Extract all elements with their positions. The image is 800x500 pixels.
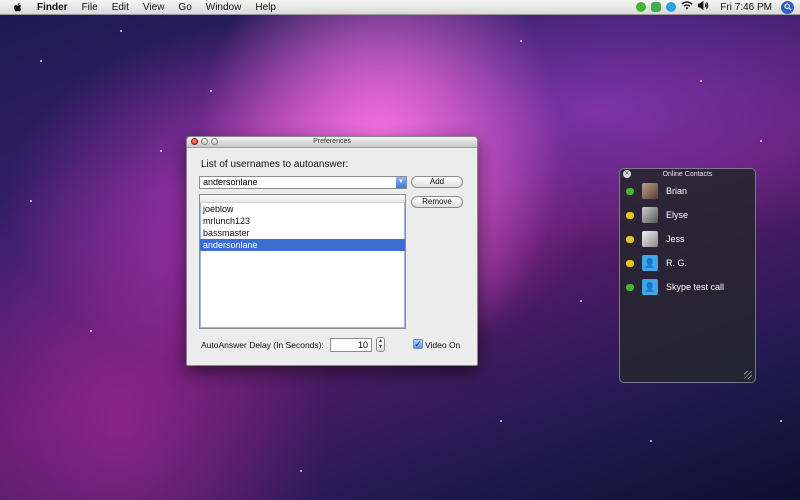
contact-name: Jess: [666, 234, 685, 244]
window-titlebar[interactable]: Preferences: [187, 137, 477, 148]
online-contacts-panel: ✕ Online Contacts Brian Elyse Jess 👤 R. …: [619, 168, 756, 383]
contact-name: Brian: [666, 186, 688, 196]
menubar-clock[interactable]: Fri 7:46 PM: [720, 2, 772, 13]
contact-item[interactable]: Brian: [626, 182, 687, 200]
combo-value[interactable]: andersonlane: [203, 177, 258, 187]
contact-name: Elyse: [666, 210, 689, 220]
delay-seconds-field[interactable]: 10: [330, 338, 372, 352]
contact-item[interactable]: Elyse: [626, 206, 688, 224]
photo-avatar: [642, 231, 658, 247]
usernames-heading: List of usernames to autoanswer:: [201, 159, 349, 170]
online-status-icon: [626, 187, 634, 195]
away-status-icon: [626, 235, 634, 243]
contact-item[interactable]: 👤 R. G.: [626, 254, 687, 272]
default-avatar-icon: 👤: [642, 279, 658, 295]
contact-item[interactable]: 👤 Skype test call: [626, 278, 724, 296]
video-on-checkbox[interactable]: ✓: [413, 339, 423, 349]
username-combo-box[interactable]: andersonlane ▼: [199, 176, 407, 189]
contact-name: R. G.: [666, 258, 688, 268]
chevron-down-icon[interactable]: ▼: [396, 177, 406, 188]
contact-name: Skype test call: [666, 282, 725, 292]
photo-avatar: [642, 183, 658, 199]
video-on-label[interactable]: Video On: [425, 340, 460, 350]
add-button[interactable]: Add: [411, 176, 463, 188]
skype-icon[interactable]: [666, 2, 677, 12]
list-header: [200, 195, 405, 203]
contacts-title: Online Contacts: [662, 171, 713, 178]
preferences-window: Preferences List of usernames to autoans…: [186, 136, 478, 366]
window-controls: [191, 138, 218, 145]
menu-view[interactable]: View: [143, 2, 165, 13]
window-title: Preferences: [313, 138, 351, 145]
online-status-icon: [626, 283, 634, 291]
list-item[interactable]: bassmaster: [200, 227, 405, 239]
apple-menu-icon[interactable]: [12, 1, 24, 13]
menu-help[interactable]: Help: [255, 2, 276, 13]
minimize-button[interactable]: [201, 138, 208, 145]
menu-finder[interactable]: Finder: [37, 2, 68, 13]
resize-grip-icon[interactable]: [744, 371, 752, 379]
menu-window[interactable]: Window: [206, 2, 242, 13]
default-avatar-icon: 👤: [642, 255, 658, 271]
away-status-icon: [626, 259, 634, 267]
zoom-button[interactable]: [211, 138, 218, 145]
menu-go[interactable]: Go: [178, 2, 191, 13]
contact-item[interactable]: Jess: [626, 230, 685, 248]
menu-extras: Fri 7:46 PM: [636, 0, 794, 14]
list-item[interactable]: mrlunch123: [200, 215, 405, 227]
usernames-list[interactable]: joeblow mrlunch123 bassmaster andersonla…: [199, 194, 406, 329]
menu-bar: Finder File Edit View Go Window Help Fri…: [0, 0, 800, 15]
remove-button[interactable]: Remove: [411, 196, 463, 208]
skype-status-icon[interactable]: [636, 2, 647, 12]
close-button[interactable]: [191, 138, 198, 145]
delay-label: AutoAnswer Delay (In Seconds):: [201, 340, 324, 350]
menu-file[interactable]: File: [82, 2, 98, 13]
spotlight-icon[interactable]: [781, 0, 794, 14]
delay-stepper[interactable]: ▲ ▼: [376, 337, 385, 352]
wifi-icon[interactable]: [681, 1, 693, 13]
close-icon[interactable]: ✕: [623, 170, 631, 178]
away-status-icon: [626, 211, 634, 219]
menu-edit[interactable]: Edit: [112, 2, 129, 13]
chat-icon[interactable]: [651, 2, 662, 12]
volume-icon[interactable]: [697, 0, 709, 13]
list-item-selected[interactable]: andersonlane: [200, 239, 405, 251]
photo-avatar: [642, 207, 658, 223]
list-item[interactable]: joeblow: [200, 203, 405, 215]
